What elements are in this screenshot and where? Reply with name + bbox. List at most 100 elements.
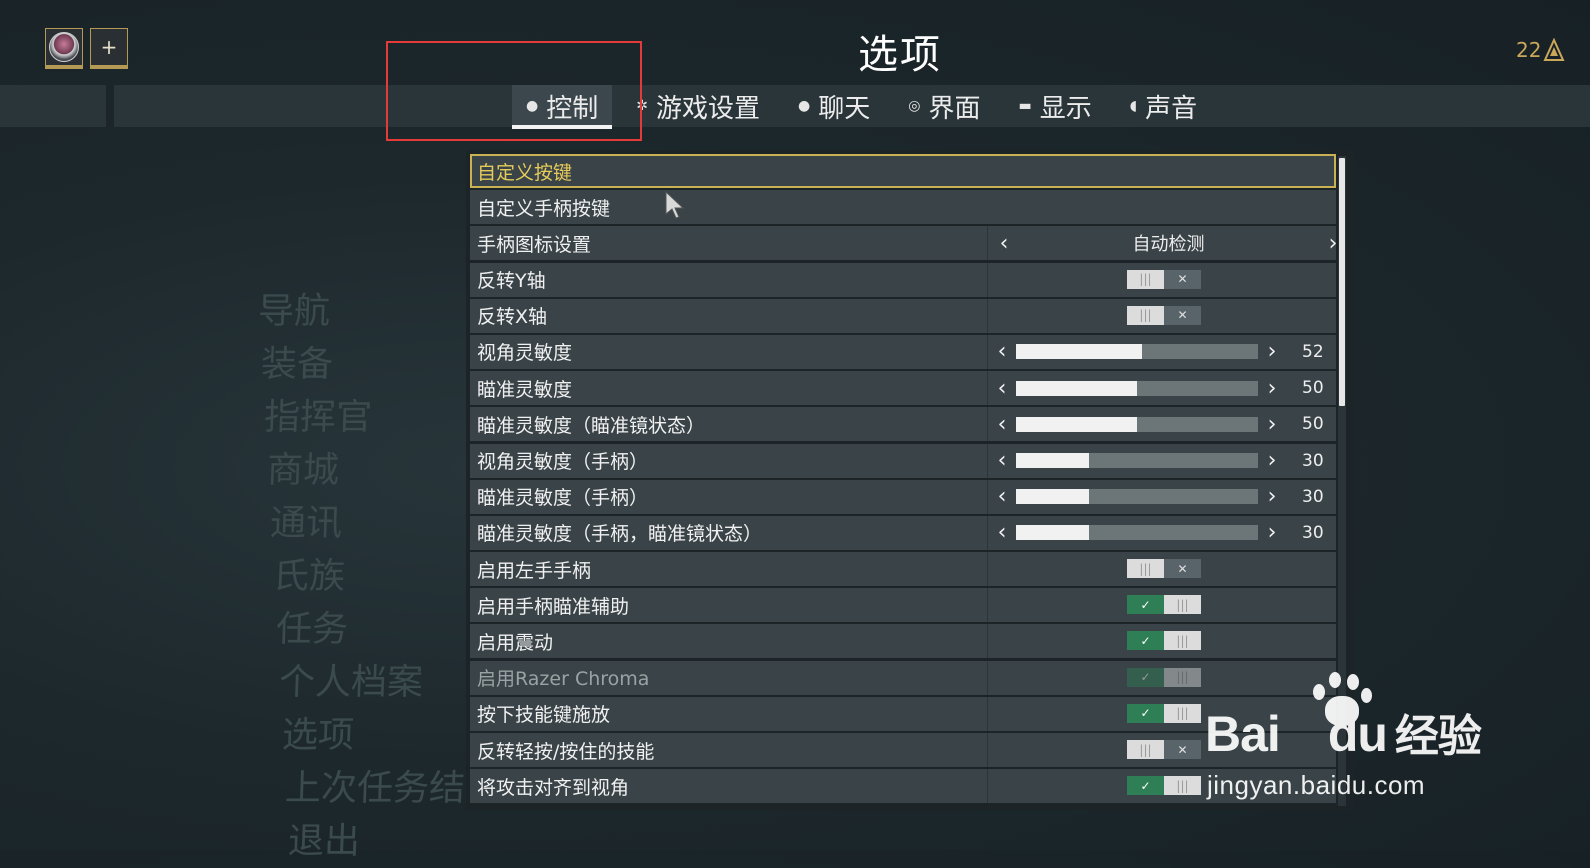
setting-label: 视角灵敏度（手柄） [477,451,649,473]
chevron-left-icon[interactable]: ‹ [992,339,1012,364]
setting-label: 按下技能键施放 [477,704,611,727]
toggle-switch[interactable]: ||| ✕ [1127,559,1201,579]
setting-slider: ‹ › 30 [987,479,1341,514]
toggle-switch[interactable]: ✓ ||| [1127,595,1201,615]
chevron-right-icon[interactable]: › [1262,376,1282,401]
check-icon: ✓ [1127,631,1164,651]
toggle-switch[interactable]: ✓ ||| [1127,703,1201,723]
setting-toggle-cell: ✓ ||| [987,660,1337,695]
chevron-left-icon[interactable]: ‹ [992,376,1012,401]
setting-row: 手柄图标设置 ‹ 自动检测 › [470,226,1337,261]
watermark-brand: Bai du 经验 [1205,700,1482,764]
tab-label: 显示 [1039,93,1092,124]
setting-label: 瞄准灵敏度（手柄） [477,487,649,510]
chevron-left-icon[interactable]: ‹ [994,231,1014,256]
setting-row: 启用震动 ✓ ||| [470,624,1337,659]
chevron-right-icon[interactable]: › [1262,484,1282,509]
tab-label: 声音 [1145,93,1198,124]
toggle-switch[interactable]: ✓ ||| [1127,776,1201,796]
slider-track[interactable] [1016,344,1258,360]
chevron-right-icon[interactable]: › [1262,339,1282,364]
check-icon: ✓ [1127,595,1164,615]
background-menu-item: 退出 [287,821,361,862]
scrollbar-thumb[interactable] [1339,158,1345,406]
setting-row: 瞄准灵敏度 ‹ › 50 [470,371,1336,406]
interface-icon: ◎ [908,98,921,114]
setting-label: 启用左手手柄 [477,559,592,582]
slider-track[interactable] [1016,380,1258,396]
setting-label: 视角灵敏度 [477,342,573,365]
slider-fill [1016,380,1137,396]
setting-row: 瞄准灵敏度（手柄） ‹ › 30 [470,479,1336,514]
toggle-grip-icon: ||| [1127,269,1164,289]
setting-label: 瞄准灵敏度（手柄，瞄准镜状态） [477,523,763,546]
setting-toggle-cell: ||| ✕ [987,262,1337,297]
slider-value: 30 [1302,486,1324,507]
tab-game-settings[interactable]: ✲ 游戏设置 [622,85,774,127]
slider-fill [1016,525,1089,541]
toggle-switch[interactable]: ||| ✕ [1127,740,1201,759]
tabbar-left-segment [0,85,106,127]
toggle-grip-icon: ||| [1164,631,1201,651]
tab-label: 界面 [928,93,981,124]
setting-slider: ‹ › 30 [987,443,1341,478]
setting-slider: ‹ › 30 [987,515,1341,550]
slider-track[interactable] [1016,416,1258,432]
setting-row[interactable]: 自定义按键 [470,154,1336,188]
tab-chat[interactable]: ● 聊天 [784,85,884,127]
select-value: 自动检测 [1132,234,1205,256]
chevron-right-icon[interactable]: › [1262,448,1282,473]
annotation-highlight-box [386,41,642,141]
setting-toggle-cell: ||| ✕ [987,552,1337,587]
slider-value: 52 [1302,341,1324,362]
chevron-left-icon[interactable]: ‹ [992,484,1012,509]
slider-value: 50 [1302,378,1324,399]
toggle-switch[interactable]: ✓ ||| [1127,631,1201,651]
watermark-url: jingyan.baidu.com [1207,770,1426,800]
tab-sound[interactable]: ◖ 声音 [1116,85,1211,127]
setting-toggle-cell: ||| ✕ [987,298,1337,333]
setting-toggle-cell: ✓ ||| [987,588,1337,623]
toggle-switch: ✓ ||| [1127,667,1201,687]
chevron-left-icon[interactable]: ‹ [992,520,1012,545]
setting-label: 自定义手柄按键 [477,197,611,220]
tab-display[interactable]: ▬ 显示 [1004,85,1105,127]
close-icon: ✕ [1164,740,1201,759]
chevron-left-icon[interactable]: ‹ [992,448,1012,473]
chevron-right-icon[interactable]: › [1262,412,1282,437]
watermark-brand-suffix: du [1327,706,1388,762]
speaker-icon: ◖ [1129,98,1138,114]
chat-bubble-icon: ● [797,98,811,114]
check-icon: ✓ [1127,703,1164,723]
chevron-left-icon[interactable]: ‹ [992,412,1012,437]
slider-value: 50 [1302,414,1324,435]
close-icon: ✕ [1164,269,1201,289]
setting-toggle-cell: ✓ ||| [987,624,1337,659]
setting-label: 启用Razer Chroma [477,668,650,691]
player-level: 22 [1516,38,1565,62]
setting-label: 手柄图标设置 [477,233,592,256]
setting-label: 瞄准灵敏度 [477,378,573,401]
slider-track[interactable] [1016,489,1258,505]
tab-label: 游戏设置 [655,93,760,124]
setting-row: 瞄准灵敏度（手柄，瞄准镜状态） ‹ › 30 [470,515,1336,550]
setting-row: 反转Y轴 ||| ✕ [470,262,1337,297]
toggle-switch[interactable]: ||| ✕ [1127,269,1201,289]
setting-row[interactable]: 自定义手柄按键 [470,190,1336,225]
toggle-grip-icon: ||| [1127,740,1164,759]
tab-interface[interactable]: ◎ 界面 [894,85,994,127]
slider-track[interactable] [1016,525,1258,541]
setting-row: 瞄准灵敏度（瞄准镜状态） ‹ › 50 [470,407,1336,442]
setting-label: 启用震动 [477,631,554,654]
toggle-switch[interactable]: ||| ✕ [1127,305,1201,325]
slider-track[interactable] [1016,453,1258,468]
setting-row: 启用左手手柄 ||| ✕ [470,552,1337,587]
setting-label: 反转轻按/按住的技能 [477,740,655,763]
toggle-grip-icon: ||| [1127,305,1164,325]
chevron-right-icon[interactable]: › [1262,520,1282,545]
check-icon: ✓ [1127,776,1164,796]
toggle-grip-icon: ||| [1127,559,1164,579]
setting-label: 反转Y轴 [477,270,546,293]
setting-slider: ‹ › 52 [987,334,1341,369]
monitor-icon: ▬ [1018,98,1032,114]
